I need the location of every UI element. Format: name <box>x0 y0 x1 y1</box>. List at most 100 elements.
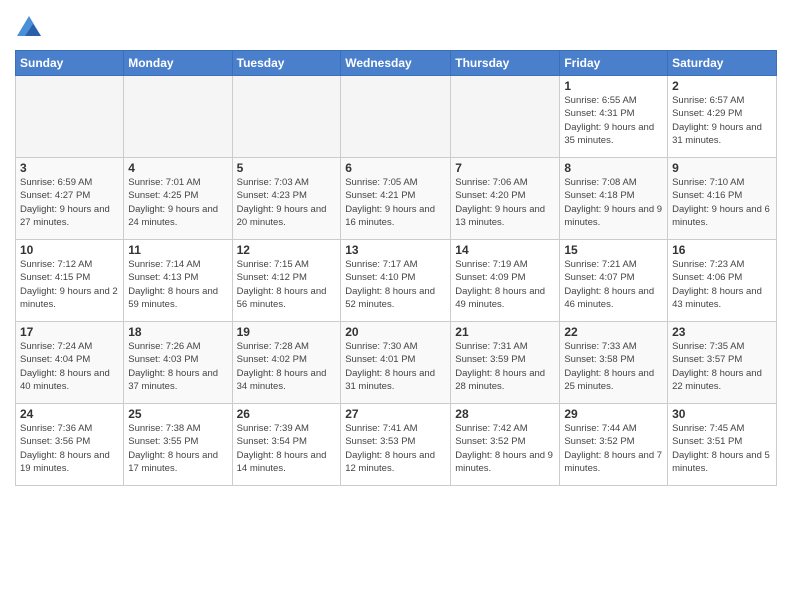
day-number: 27 <box>345 407 446 421</box>
calendar-cell <box>16 76 124 158</box>
day-info: Sunrise: 7:30 AM Sunset: 4:01 PM Dayligh… <box>345 340 446 393</box>
day-number: 17 <box>20 325 119 339</box>
day-number: 26 <box>237 407 337 421</box>
day-info: Sunrise: 7:44 AM Sunset: 3:52 PM Dayligh… <box>564 422 663 475</box>
calendar-cell: 27Sunrise: 7:41 AM Sunset: 3:53 PM Dayli… <box>341 404 451 486</box>
header <box>15 10 777 42</box>
day-info: Sunrise: 7:23 AM Sunset: 4:06 PM Dayligh… <box>672 258 772 311</box>
calendar-cell: 19Sunrise: 7:28 AM Sunset: 4:02 PM Dayli… <box>232 322 341 404</box>
day-info: Sunrise: 7:03 AM Sunset: 4:23 PM Dayligh… <box>237 176 337 229</box>
logo-icon <box>15 14 43 42</box>
calendar-cell: 14Sunrise: 7:19 AM Sunset: 4:09 PM Dayli… <box>451 240 560 322</box>
calendar-cell <box>451 76 560 158</box>
day-info: Sunrise: 7:14 AM Sunset: 4:13 PM Dayligh… <box>128 258 227 311</box>
day-info: Sunrise: 6:57 AM Sunset: 4:29 PM Dayligh… <box>672 94 772 147</box>
week-row-2: 10Sunrise: 7:12 AM Sunset: 4:15 PM Dayli… <box>16 240 777 322</box>
day-number: 28 <box>455 407 555 421</box>
calendar-cell: 3Sunrise: 6:59 AM Sunset: 4:27 PM Daylig… <box>16 158 124 240</box>
day-number: 3 <box>20 161 119 175</box>
day-number: 8 <box>564 161 663 175</box>
day-header-wednesday: Wednesday <box>341 51 451 76</box>
day-info: Sunrise: 7:24 AM Sunset: 4:04 PM Dayligh… <box>20 340 119 393</box>
day-info: Sunrise: 7:01 AM Sunset: 4:25 PM Dayligh… <box>128 176 227 229</box>
day-info: Sunrise: 7:41 AM Sunset: 3:53 PM Dayligh… <box>345 422 446 475</box>
day-number: 18 <box>128 325 227 339</box>
day-number: 2 <box>672 79 772 93</box>
day-number: 23 <box>672 325 772 339</box>
calendar-cell: 6Sunrise: 7:05 AM Sunset: 4:21 PM Daylig… <box>341 158 451 240</box>
day-info: Sunrise: 7:08 AM Sunset: 4:18 PM Dayligh… <box>564 176 663 229</box>
day-number: 9 <box>672 161 772 175</box>
week-row-0: 1Sunrise: 6:55 AM Sunset: 4:31 PM Daylig… <box>16 76 777 158</box>
calendar-header-row: SundayMondayTuesdayWednesdayThursdayFrid… <box>16 51 777 76</box>
day-header-tuesday: Tuesday <box>232 51 341 76</box>
logo <box>15 14 47 42</box>
day-info: Sunrise: 7:06 AM Sunset: 4:20 PM Dayligh… <box>455 176 555 229</box>
day-number: 21 <box>455 325 555 339</box>
day-info: Sunrise: 7:33 AM Sunset: 3:58 PM Dayligh… <box>564 340 663 393</box>
day-number: 15 <box>564 243 663 257</box>
calendar-cell: 17Sunrise: 7:24 AM Sunset: 4:04 PM Dayli… <box>16 322 124 404</box>
day-number: 1 <box>564 79 663 93</box>
day-number: 6 <box>345 161 446 175</box>
calendar-cell: 4Sunrise: 7:01 AM Sunset: 4:25 PM Daylig… <box>124 158 232 240</box>
calendar-cell: 26Sunrise: 7:39 AM Sunset: 3:54 PM Dayli… <box>232 404 341 486</box>
page: SundayMondayTuesdayWednesdayThursdayFrid… <box>0 0 792 612</box>
day-info: Sunrise: 7:45 AM Sunset: 3:51 PM Dayligh… <box>672 422 772 475</box>
calendar-cell: 7Sunrise: 7:06 AM Sunset: 4:20 PM Daylig… <box>451 158 560 240</box>
calendar-cell: 21Sunrise: 7:31 AM Sunset: 3:59 PM Dayli… <box>451 322 560 404</box>
week-row-1: 3Sunrise: 6:59 AM Sunset: 4:27 PM Daylig… <box>16 158 777 240</box>
day-number: 13 <box>345 243 446 257</box>
calendar-cell: 20Sunrise: 7:30 AM Sunset: 4:01 PM Dayli… <box>341 322 451 404</box>
day-info: Sunrise: 6:59 AM Sunset: 4:27 PM Dayligh… <box>20 176 119 229</box>
calendar-cell <box>124 76 232 158</box>
calendar-cell: 8Sunrise: 7:08 AM Sunset: 4:18 PM Daylig… <box>560 158 668 240</box>
day-number: 22 <box>564 325 663 339</box>
day-info: Sunrise: 7:21 AM Sunset: 4:07 PM Dayligh… <box>564 258 663 311</box>
day-number: 4 <box>128 161 227 175</box>
day-info: Sunrise: 7:39 AM Sunset: 3:54 PM Dayligh… <box>237 422 337 475</box>
calendar-cell: 22Sunrise: 7:33 AM Sunset: 3:58 PM Dayli… <box>560 322 668 404</box>
day-number: 24 <box>20 407 119 421</box>
calendar-cell: 5Sunrise: 7:03 AM Sunset: 4:23 PM Daylig… <box>232 158 341 240</box>
day-number: 10 <box>20 243 119 257</box>
day-info: Sunrise: 7:05 AM Sunset: 4:21 PM Dayligh… <box>345 176 446 229</box>
day-number: 16 <box>672 243 772 257</box>
day-info: Sunrise: 7:31 AM Sunset: 3:59 PM Dayligh… <box>455 340 555 393</box>
calendar-cell: 16Sunrise: 7:23 AM Sunset: 4:06 PM Dayli… <box>668 240 777 322</box>
day-header-monday: Monday <box>124 51 232 76</box>
calendar-cell <box>232 76 341 158</box>
calendar-cell: 30Sunrise: 7:45 AM Sunset: 3:51 PM Dayli… <box>668 404 777 486</box>
day-info: Sunrise: 6:55 AM Sunset: 4:31 PM Dayligh… <box>564 94 663 147</box>
week-row-4: 24Sunrise: 7:36 AM Sunset: 3:56 PM Dayli… <box>16 404 777 486</box>
calendar-cell: 15Sunrise: 7:21 AM Sunset: 4:07 PM Dayli… <box>560 240 668 322</box>
calendar-cell: 23Sunrise: 7:35 AM Sunset: 3:57 PM Dayli… <box>668 322 777 404</box>
calendar-cell: 29Sunrise: 7:44 AM Sunset: 3:52 PM Dayli… <box>560 404 668 486</box>
day-info: Sunrise: 7:17 AM Sunset: 4:10 PM Dayligh… <box>345 258 446 311</box>
calendar-cell: 24Sunrise: 7:36 AM Sunset: 3:56 PM Dayli… <box>16 404 124 486</box>
calendar-cell: 10Sunrise: 7:12 AM Sunset: 4:15 PM Dayli… <box>16 240 124 322</box>
day-header-friday: Friday <box>560 51 668 76</box>
day-number: 25 <box>128 407 227 421</box>
day-number: 7 <box>455 161 555 175</box>
calendar-cell: 9Sunrise: 7:10 AM Sunset: 4:16 PM Daylig… <box>668 158 777 240</box>
day-number: 14 <box>455 243 555 257</box>
day-info: Sunrise: 7:19 AM Sunset: 4:09 PM Dayligh… <box>455 258 555 311</box>
calendar-cell: 2Sunrise: 6:57 AM Sunset: 4:29 PM Daylig… <box>668 76 777 158</box>
day-number: 19 <box>237 325 337 339</box>
day-number: 11 <box>128 243 227 257</box>
day-header-saturday: Saturday <box>668 51 777 76</box>
week-row-3: 17Sunrise: 7:24 AM Sunset: 4:04 PM Dayli… <box>16 322 777 404</box>
day-info: Sunrise: 7:38 AM Sunset: 3:55 PM Dayligh… <box>128 422 227 475</box>
day-info: Sunrise: 7:36 AM Sunset: 3:56 PM Dayligh… <box>20 422 119 475</box>
calendar-cell: 13Sunrise: 7:17 AM Sunset: 4:10 PM Dayli… <box>341 240 451 322</box>
calendar-cell <box>341 76 451 158</box>
day-info: Sunrise: 7:35 AM Sunset: 3:57 PM Dayligh… <box>672 340 772 393</box>
calendar-cell: 18Sunrise: 7:26 AM Sunset: 4:03 PM Dayli… <box>124 322 232 404</box>
day-number: 12 <box>237 243 337 257</box>
day-number: 29 <box>564 407 663 421</box>
calendar-cell: 28Sunrise: 7:42 AM Sunset: 3:52 PM Dayli… <box>451 404 560 486</box>
calendar-cell: 12Sunrise: 7:15 AM Sunset: 4:12 PM Dayli… <box>232 240 341 322</box>
calendar-cell: 11Sunrise: 7:14 AM Sunset: 4:13 PM Dayli… <box>124 240 232 322</box>
day-info: Sunrise: 7:10 AM Sunset: 4:16 PM Dayligh… <box>672 176 772 229</box>
